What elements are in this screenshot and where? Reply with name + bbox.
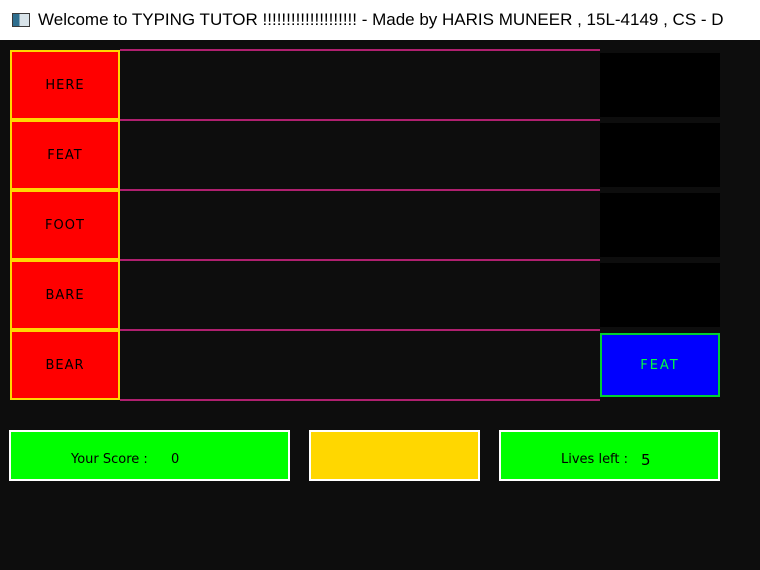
target-slot-2	[600, 123, 720, 187]
lane-line	[120, 189, 600, 191]
word-box-5: BEAR	[10, 330, 120, 400]
target-slot-4	[600, 263, 720, 327]
lane-line	[120, 329, 600, 331]
lives-panel: Lives left : 5	[499, 430, 720, 481]
word-box-3: FOOT	[10, 190, 120, 260]
target-word: FEAT	[640, 357, 680, 373]
window-title: Welcome to TYPING TUTOR !!!!!!!!!!!!!!!!…	[38, 10, 724, 29]
title-bar: Welcome to TYPING TUTOR !!!!!!!!!!!!!!!!…	[0, 0, 760, 40]
lives-value: 5	[641, 451, 651, 469]
lane-line	[120, 49, 600, 51]
lane-line	[120, 259, 600, 261]
word-box-1: HERE	[10, 50, 120, 120]
target-slot-3	[600, 193, 720, 257]
status-panel	[309, 430, 480, 481]
app-icon	[12, 13, 30, 27]
score-label: Your Score :	[71, 452, 148, 467]
target-slot-1	[600, 53, 720, 117]
lane-line	[120, 119, 600, 121]
word-box-4: BARE	[10, 260, 120, 330]
score-value: 0	[171, 452, 180, 467]
word-box-2: FEAT	[10, 120, 120, 190]
target-slot-active: FEAT	[600, 333, 720, 397]
lives-label: Lives left :	[561, 452, 629, 467]
score-panel: Your Score : 0	[9, 430, 290, 481]
lane-line	[120, 399, 600, 401]
